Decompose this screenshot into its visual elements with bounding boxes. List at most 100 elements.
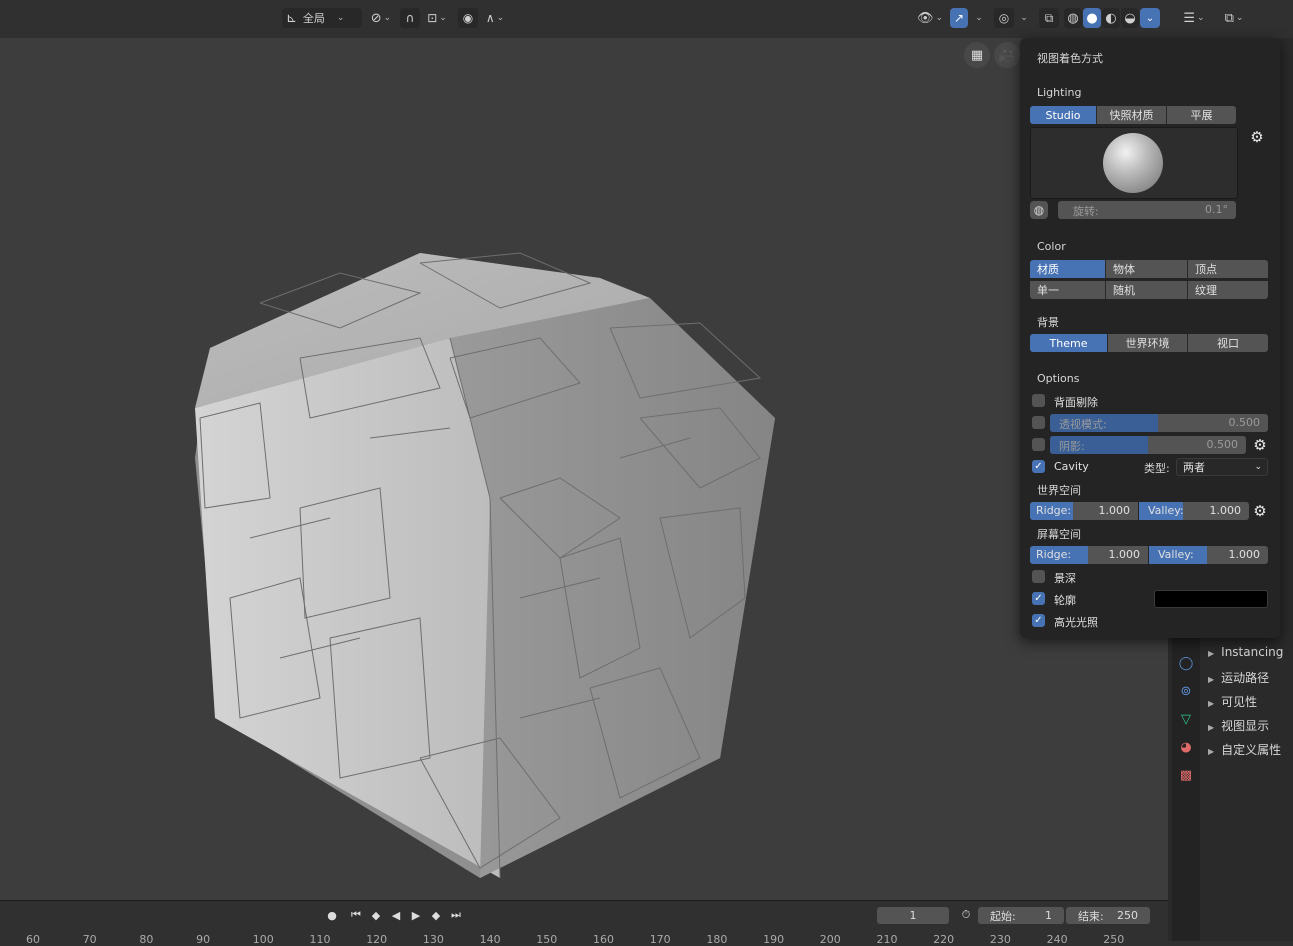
world-space-lighting-toggle[interactable]: ◍ [1030, 201, 1048, 219]
ruler-tick-label: 220 [933, 933, 955, 946]
gizmo-dropdown[interactable]: ⌄ [970, 8, 986, 28]
panel-section-header[interactable]: ▶ Instancing [1208, 645, 1283, 659]
camera-view-toggle[interactable]: 🎥 [994, 42, 1020, 68]
eye-icon: 👁 [916, 10, 934, 26]
pivot-point-button[interactable]: ⊘ ⌄ [366, 8, 396, 28]
screen-ridge-slider[interactable]: Ridge: 1.000 [1030, 546, 1148, 564]
tab-material[interactable]: ◕ [1176, 737, 1196, 757]
shading-material-button[interactable]: ◐ [1102, 8, 1120, 28]
rotation-field[interactable]: 旋转: 0.1° [1058, 201, 1236, 219]
start-frame-field[interactable]: 起始: 1 [978, 907, 1064, 924]
prev-keyframe-button[interactable]: ◆ [367, 907, 385, 923]
lighting-flat-button[interactable]: 平展 [1167, 106, 1236, 124]
editor-type-button[interactable]: ☰ ⌄ [1178, 8, 1210, 28]
grid-view-toggle[interactable]: ▦ [964, 42, 990, 68]
color-object-button[interactable]: 物体 [1106, 260, 1188, 278]
next-keyframe-button[interactable]: ◆ [427, 907, 445, 923]
ruler-tick-label: 200 [819, 933, 841, 946]
jump-end-button[interactable]: ⏭ [447, 907, 465, 923]
backface-culling-label: 背面剔除 [1054, 396, 1098, 409]
color-single-button[interactable]: 单一 [1030, 281, 1106, 299]
transform-orientation-dropdown[interactable]: ⊾ 全局 ⌄ [282, 8, 362, 28]
stopwatch-icon: ⏱ [961, 908, 971, 921]
end-frame-field[interactable]: 结束: 250 [1066, 907, 1150, 924]
lighting-matcap-button[interactable]: 快照材质 [1097, 106, 1167, 124]
background-theme-button[interactable]: Theme [1030, 334, 1108, 352]
tab-data[interactable]: ▽ [1176, 709, 1196, 729]
gizmo-toggle-button[interactable]: ↗ [950, 8, 968, 28]
display-mode-button[interactable]: ⧉ ⌄ [1218, 8, 1250, 28]
ruler-tick-label: 80 [139, 933, 154, 946]
world-ridge-slider[interactable]: Ridge: 1.000 [1030, 502, 1138, 520]
falloff-curve-icon: ∧ [485, 11, 495, 25]
cavity-settings-button[interactable]: ⚙ [1251, 502, 1269, 520]
shading-wireframe-button[interactable]: ◍ [1064, 8, 1082, 28]
lighting-studio-button[interactable]: Studio [1030, 106, 1097, 124]
disclosure-triangle-icon: ▶ [1208, 747, 1215, 756]
specular-checkbox[interactable]: ✓ [1032, 614, 1045, 627]
3d-viewport[interactable]: ▦ 🎥 [0, 38, 1168, 900]
backface-culling-checkbox[interactable] [1032, 394, 1045, 407]
current-frame-value: 1 [909, 909, 917, 922]
ruler-tick-label: 170 [649, 933, 671, 946]
studio-light-prefs-button[interactable]: ⚙ [1248, 128, 1266, 146]
chevron-down-icon: ⌄ [935, 13, 944, 23]
shadow-checkbox[interactable] [1032, 438, 1045, 451]
tab-constraints[interactable]: ⊚ [1176, 681, 1196, 701]
overlay-dropdown[interactable]: ⌄ [1015, 8, 1031, 28]
disclosure-triangle-icon: ▶ [1208, 675, 1215, 684]
tab-physics[interactable]: ◯ [1176, 653, 1196, 673]
record-button[interactable]: ● [323, 907, 341, 923]
depth-of-field-checkbox[interactable] [1032, 570, 1045, 583]
shading-rendered-button[interactable]: ◒ [1121, 8, 1139, 28]
panel-section-header[interactable]: ▶ 运动路径 [1208, 669, 1269, 686]
shadow-settings-button[interactable]: ⚙ [1251, 436, 1269, 454]
outliner-icon: ☰ [1183, 10, 1196, 26]
color-material-button[interactable]: 材质 [1030, 260, 1106, 278]
xray-label: 透视模式: [1059, 418, 1107, 431]
shading-solid-button[interactable]: ● [1083, 8, 1101, 28]
proportional-edit-button[interactable]: ◉ [458, 8, 478, 28]
shading-popover-toggle[interactable]: ⌄ [1140, 8, 1160, 28]
world-valley-label: Valley: [1148, 504, 1184, 517]
mesh-data-icon: ▽ [1181, 711, 1191, 727]
panel-section-label: 运动路径 [1221, 671, 1270, 685]
ruler-tick-label: 240 [1046, 933, 1068, 946]
panel-section-header[interactable]: ▶ 可见性 [1208, 693, 1257, 710]
tab-texture[interactable]: ▩ [1176, 765, 1196, 785]
play-reverse-icon: ◀ [391, 908, 401, 922]
play-button[interactable]: ▶ [407, 907, 425, 923]
studio-light-preview[interactable] [1030, 127, 1238, 199]
shadow-slider[interactable]: 阴影: 0.500 [1050, 436, 1246, 454]
display-mode-icon: ⧉ [1224, 10, 1234, 26]
background-world-button[interactable]: 世界环境 [1108, 334, 1188, 352]
panel-section-header[interactable]: ▶ 视图显示 [1208, 717, 1269, 734]
xray-alpha-slider[interactable]: 透视模式: 0.500 [1050, 414, 1268, 432]
screen-valley-slider[interactable]: Valley: 1.000 [1149, 546, 1268, 564]
visibility-button[interactable]: 👁 ⌄ [914, 8, 946, 28]
overlay-toggle-button[interactable]: ◎ [994, 8, 1014, 28]
xray-toggle-button[interactable]: ⧉ [1039, 8, 1059, 28]
falloff-button[interactable]: ∧ ⌄ [480, 8, 510, 28]
outline-checkbox[interactable]: ✓ [1032, 592, 1045, 605]
world-valley-slider[interactable]: Valley: 1.000 [1139, 502, 1249, 520]
wireframe-sphere-icon: ◍ [1067, 10, 1079, 26]
background-viewport-button[interactable]: 视口 [1188, 334, 1268, 352]
jump-start-button[interactable]: ⏮ [347, 907, 365, 923]
snap-target-button[interactable]: ⊡ ⌄ [422, 8, 452, 28]
xray-checkbox[interactable] [1032, 416, 1045, 429]
outline-color-swatch[interactable] [1154, 590, 1268, 608]
world-valley-value: 1.000 [1209, 504, 1242, 517]
ruler-tick-label: 180 [706, 933, 728, 946]
cavity-checkbox[interactable]: ✓ [1032, 460, 1045, 473]
color-vertex-button[interactable]: 顶点 [1188, 260, 1268, 278]
texture-checker-icon: ▩ [1179, 767, 1193, 783]
play-reverse-button[interactable]: ◀ [387, 907, 405, 923]
color-texture-button[interactable]: 纹理 [1188, 281, 1268, 299]
snap-toggle-button[interactable]: ∩ [400, 8, 420, 28]
current-frame-field[interactable]: 1 [877, 907, 949, 924]
preview-range-toggle[interactable]: ⏱ [957, 907, 975, 923]
panel-section-header[interactable]: ▶ 自定义属性 [1208, 741, 1281, 758]
cavity-type-dropdown[interactable]: 两者 ⌄ [1176, 458, 1268, 476]
color-random-button[interactable]: 随机 [1106, 281, 1188, 299]
